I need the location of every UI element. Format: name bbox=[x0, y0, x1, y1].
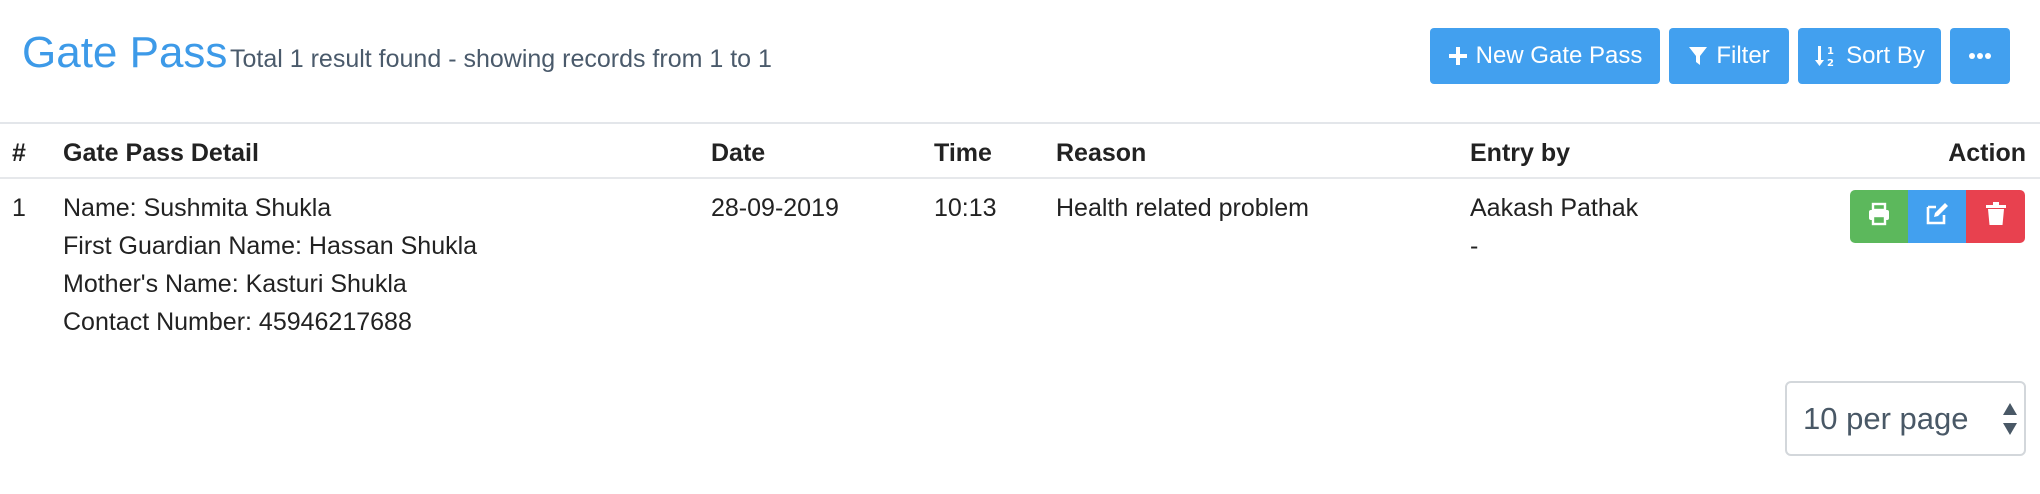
column-header-action: Action bbox=[1948, 139, 2026, 167]
edit-button[interactable] bbox=[1908, 190, 1966, 243]
result-count-text: Total 1 result found - showing records f… bbox=[230, 45, 772, 73]
print-icon bbox=[1867, 202, 1891, 231]
delete-button[interactable] bbox=[1966, 190, 2025, 243]
filter-button[interactable]: Filter bbox=[1669, 28, 1789, 84]
edit-icon bbox=[1924, 201, 1950, 232]
sort-by-label: Sort By bbox=[1846, 42, 1925, 69]
row-entry-by: Aakash Pathak - bbox=[1470, 189, 1638, 265]
detail-mother: Mother's Name: Kasturi Shukla bbox=[63, 270, 407, 298]
column-header-entry-by: Entry by bbox=[1470, 139, 1571, 167]
detail-name: Name: Sushmita Shukla bbox=[63, 194, 332, 222]
row-date: 28-09-2019 bbox=[711, 194, 839, 222]
filter-label: Filter bbox=[1716, 42, 1770, 69]
more-options-button[interactable] bbox=[1950, 28, 2010, 84]
trash-icon bbox=[1985, 202, 2007, 231]
plus-icon bbox=[1448, 46, 1468, 66]
per-page-select[interactable]: 10 per page bbox=[1785, 381, 2026, 456]
new-gate-pass-label: New Gate Pass bbox=[1475, 42, 1643, 69]
entry-by-extra: - bbox=[1470, 232, 1479, 260]
print-button[interactable] bbox=[1850, 190, 1908, 243]
page-header: Gate Pass Total 1 result found - showing… bbox=[0, 0, 2040, 124]
column-header-index: # bbox=[12, 139, 26, 167]
entry-by-name: Aakash Pathak bbox=[1470, 194, 1639, 222]
detail-guardian: First Guardian Name: Hassan Shukla bbox=[63, 232, 478, 260]
new-gate-pass-button[interactable]: New Gate Pass bbox=[1430, 28, 1660, 84]
row-index: 1 bbox=[12, 194, 26, 222]
gate-pass-detail: Name: Sushmita Shukla First Guardian Nam… bbox=[63, 189, 477, 341]
ellipsis-icon bbox=[1968, 52, 1992, 60]
column-header-reason: Reason bbox=[1056, 139, 1147, 167]
filter-icon bbox=[1688, 45, 1708, 67]
column-header-date: Date bbox=[711, 139, 766, 167]
sort-numeric-icon: 1 2 bbox=[1814, 44, 1838, 68]
select-arrows-icon bbox=[2002, 401, 2018, 445]
per-page-value: 10 per page bbox=[1803, 400, 1969, 436]
svg-text:1: 1 bbox=[1827, 46, 1834, 57]
column-header-time: Time bbox=[934, 139, 992, 167]
page-title: Gate Pass bbox=[22, 28, 228, 77]
table-header: # Gate Pass Detail Date Time Reason Entr… bbox=[0, 124, 2040, 179]
sort-by-button[interactable]: 1 2 Sort By bbox=[1798, 28, 1941, 84]
row-time: 10:13 bbox=[934, 194, 997, 222]
row-reason: Health related problem bbox=[1056, 194, 1309, 222]
detail-contact: Contact Number: 45946217688 bbox=[63, 308, 412, 336]
svg-text:2: 2 bbox=[1827, 58, 1834, 68]
column-header-detail: Gate Pass Detail bbox=[63, 139, 259, 167]
